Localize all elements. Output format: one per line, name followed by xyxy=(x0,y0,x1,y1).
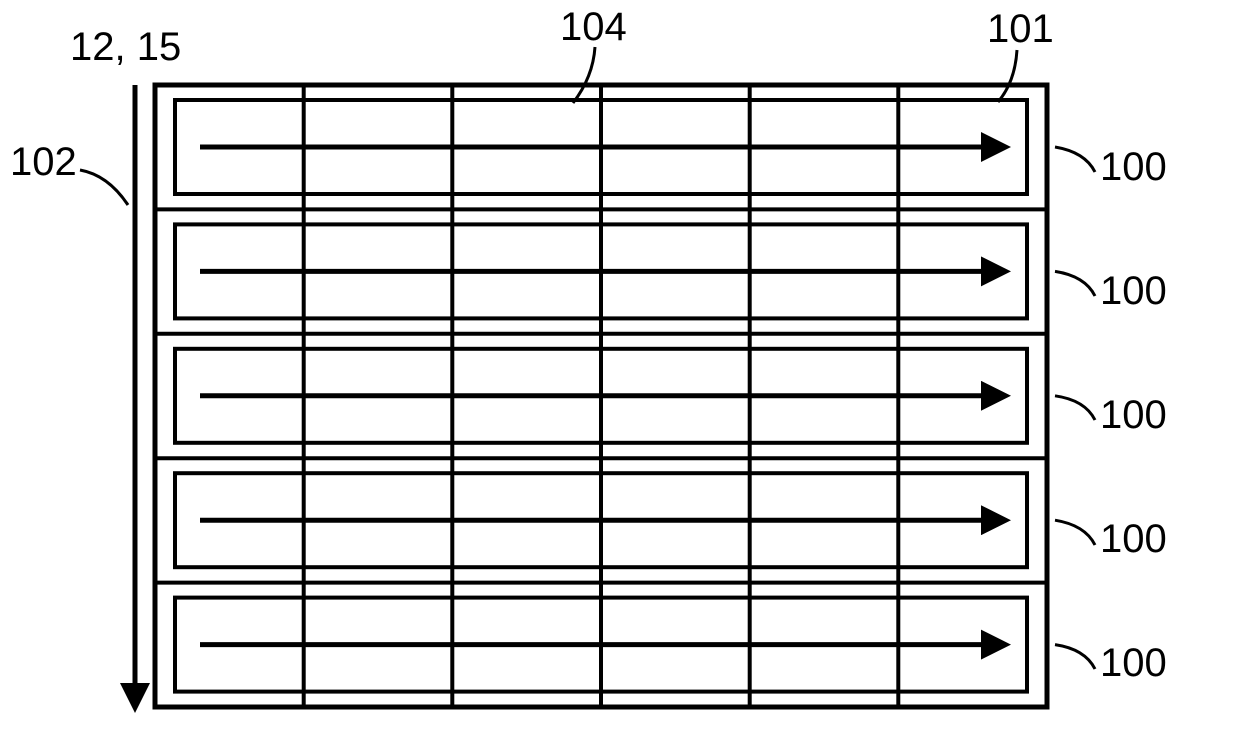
leader-102 xyxy=(80,170,128,205)
label-100-row3: 100 xyxy=(1100,393,1167,437)
label-100-row4: 100 xyxy=(1100,517,1167,561)
label-100-row1: 100 xyxy=(1100,145,1167,189)
label-104: 104 xyxy=(560,5,627,49)
label-100-row2: 100 xyxy=(1100,269,1167,313)
leader-100-group xyxy=(1055,147,1095,669)
leader-104 xyxy=(573,47,595,103)
label-top-left: 12, 15 xyxy=(70,25,181,69)
label-102: 102 xyxy=(10,140,77,184)
label-100-row5: 100 xyxy=(1100,641,1167,685)
label-101: 101 xyxy=(987,7,1054,51)
leader-101 xyxy=(998,50,1017,102)
